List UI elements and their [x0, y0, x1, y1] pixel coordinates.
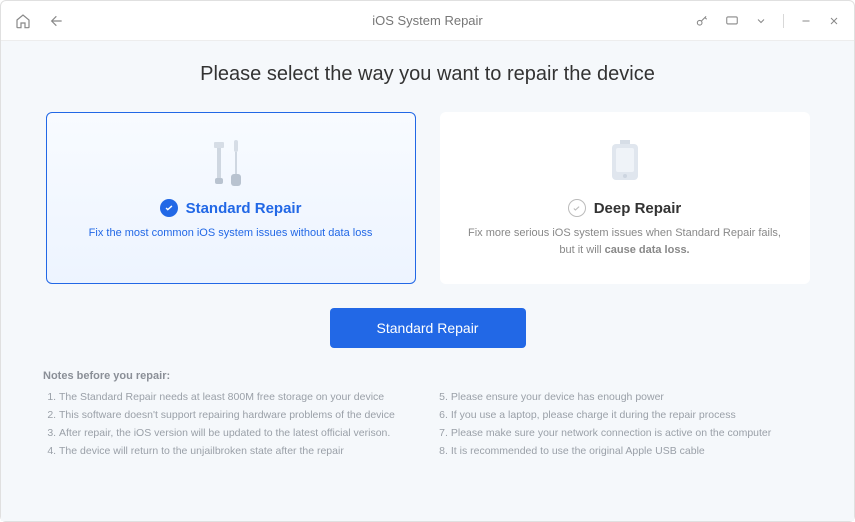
wrench-screwdriver-icon	[206, 131, 256, 193]
standard-repair-title: Standard Repair	[186, 200, 302, 217]
close-icon[interactable]	[828, 15, 840, 27]
window-title: iOS System Repair	[372, 13, 483, 28]
note-item: After repair, the iOS version will be up…	[59, 425, 395, 443]
standard-repair-card[interactable]: Standard Repair Fix the most common iOS …	[46, 112, 416, 284]
deep-repair-desc: Fix more serious iOS system issues when …	[461, 225, 789, 258]
notes-title: Notes before you repair:	[43, 370, 812, 382]
note-item: This software doesn't support repairing …	[59, 407, 395, 425]
standard-repair-button[interactable]: Standard Repair	[330, 308, 526, 348]
key-icon[interactable]	[695, 14, 709, 28]
feedback-icon[interactable]	[725, 14, 739, 28]
note-item: If you use a laptop, please charge it du…	[451, 407, 771, 425]
standard-repair-desc: Fix the most common iOS system issues wi…	[89, 225, 373, 242]
deep-repair-title: Deep Repair	[594, 200, 682, 217]
note-item: The Standard Repair needs at least 800M …	[59, 389, 395, 407]
notes-list-right: Please ensure your device has enough pow…	[435, 389, 771, 460]
deep-repair-card[interactable]: Deep Repair Fix more serious iOS system …	[440, 112, 810, 284]
notes-list-left: The Standard Repair needs at least 800M …	[43, 389, 395, 460]
device-icon	[600, 131, 650, 193]
chevron-down-icon[interactable]	[755, 15, 767, 27]
back-icon[interactable]	[49, 13, 65, 29]
note-item: The device will return to the unjailbrok…	[59, 443, 395, 461]
minimize-icon[interactable]	[800, 15, 812, 27]
note-item: Please make sure your network connection…	[451, 425, 771, 443]
note-item: Please ensure your device has enough pow…	[451, 389, 771, 407]
home-icon[interactable]	[15, 13, 31, 29]
note-item: It is recommended to use the original Ap…	[451, 443, 771, 461]
page-title: Please select the way you want to repair…	[35, 63, 820, 86]
check-icon	[568, 199, 586, 217]
separator	[783, 14, 784, 28]
check-icon	[160, 199, 178, 217]
